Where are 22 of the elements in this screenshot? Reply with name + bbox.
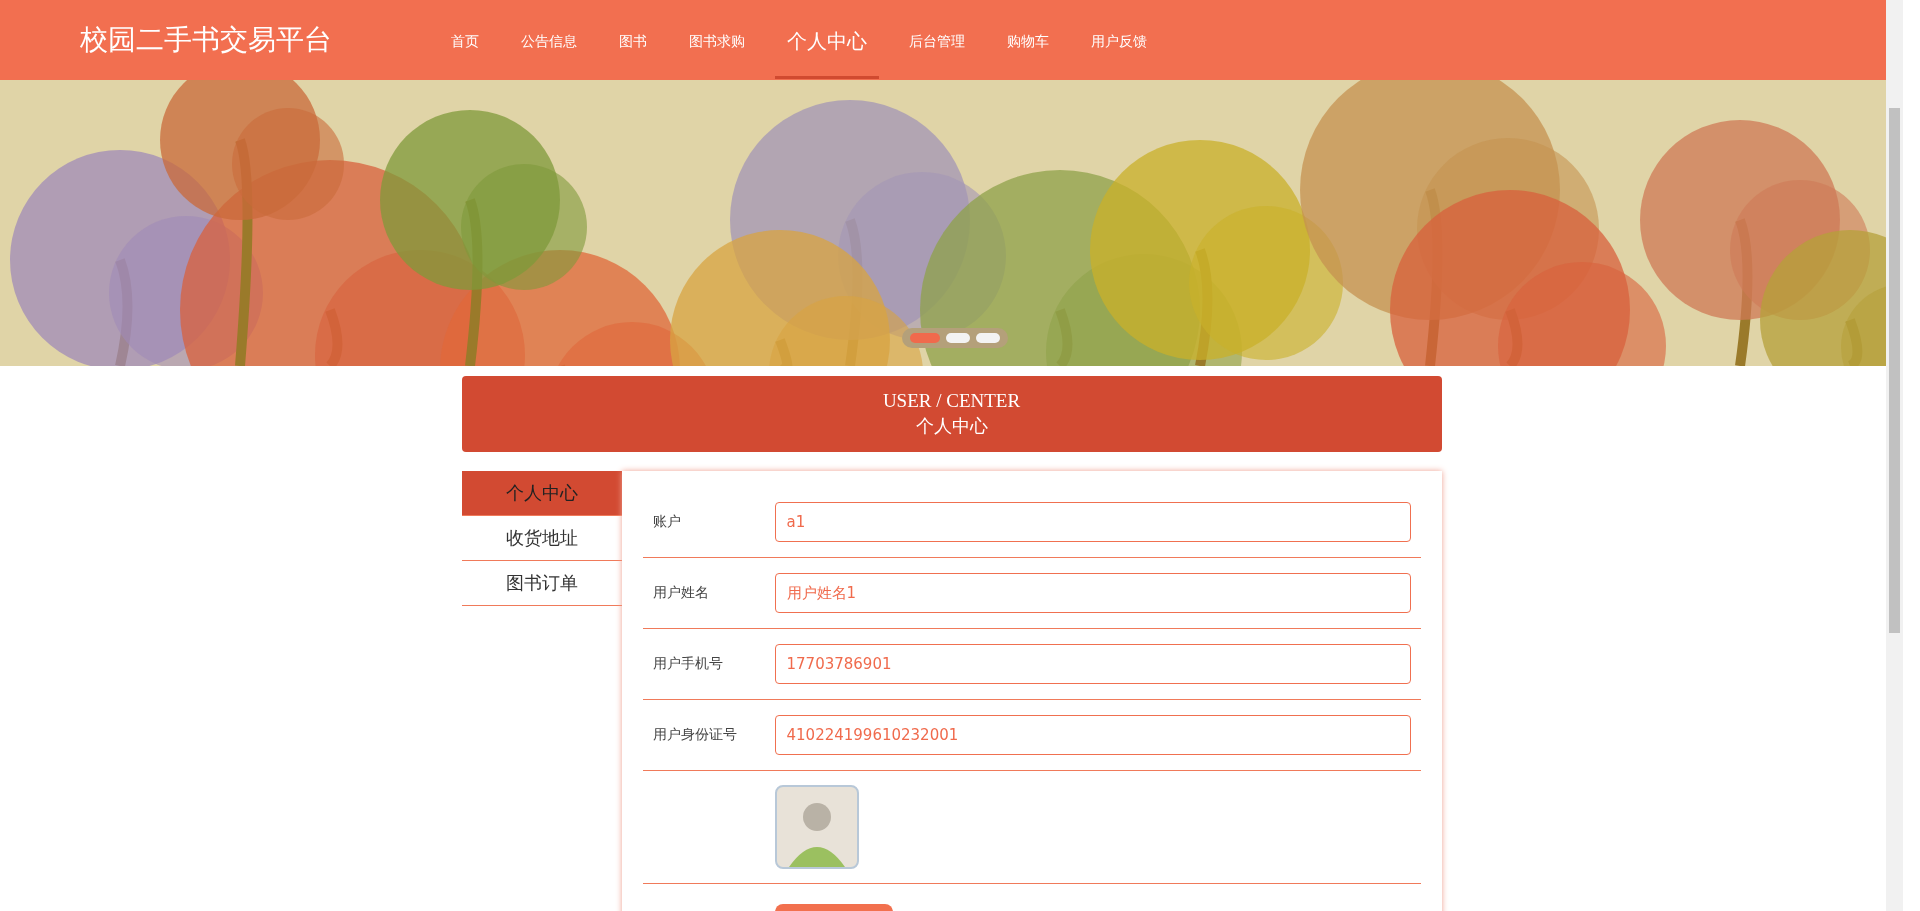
nav-link[interactable]: 图书 [598, 1, 668, 79]
field-label: 用户手机号 [651, 655, 724, 673]
nav-link[interactable]: 用户反馈 [1070, 1, 1168, 79]
field-label: 账户 [651, 513, 682, 531]
nav-link[interactable]: 图书求购 [668, 1, 766, 79]
field-label: 用户姓名 [651, 584, 710, 602]
scrollbar[interactable] [1886, 0, 1903, 911]
input-field[interactable]: 17703786901 [774, 644, 1411, 684]
section-title-english: USER / CENTER [882, 390, 1021, 412]
section-title: 个人中心 [915, 415, 988, 438]
sidebar-item[interactable]: 个人中心 [461, 471, 622, 516]
field-label: 用户身份证号 [651, 726, 738, 744]
nav-link[interactable]: 首页 [430, 1, 500, 79]
sidebar-item[interactable]: 图书订单 [461, 561, 622, 606]
sidebar-item[interactable]: 收货地址 [461, 516, 622, 561]
site-title: 校园二手书交易平台 [80, 22, 333, 58]
nav-link[interactable]: 公告信息 [500, 1, 598, 79]
nav-link[interactable]: 购物车 [986, 1, 1070, 79]
input-field[interactable]: a1 [774, 502, 1411, 542]
nav-link[interactable]: 后台管理 [888, 1, 986, 79]
input-field[interactable]: 用户姓名1 [774, 573, 1411, 613]
input-field[interactable]: 410224199610232001 [774, 715, 1411, 755]
